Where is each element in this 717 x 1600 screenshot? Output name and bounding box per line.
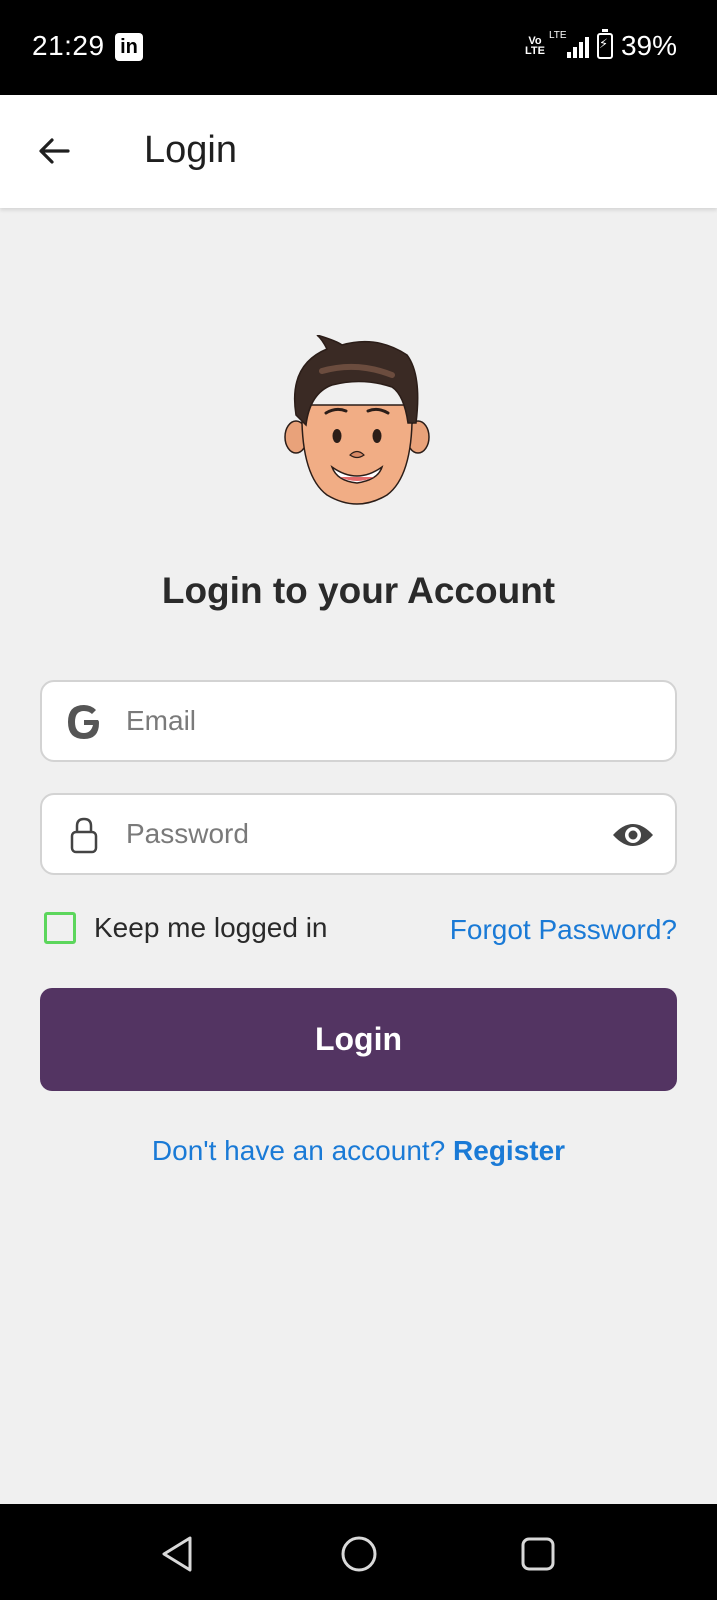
email-input[interactable] bbox=[126, 692, 586, 750]
keep-logged-in-checkbox[interactable] bbox=[44, 912, 76, 944]
password-input[interactable] bbox=[126, 805, 586, 863]
status-time: 21:29 bbox=[32, 30, 105, 61]
keep-logged-in-row[interactable]: Keep me logged in bbox=[44, 912, 328, 944]
system-nav-bar bbox=[0, 1504, 717, 1600]
battery-percent: 39% bbox=[620, 30, 677, 61]
register-link[interactable]: Register bbox=[453, 1135, 565, 1166]
status-bar: 21:29 in VoLTE LTE 39% bbox=[0, 0, 717, 95]
status-indicators: VoLTE LTE 39% bbox=[524, 29, 677, 62]
arrow-left-icon[interactable] bbox=[34, 131, 74, 171]
email-field[interactable] bbox=[40, 680, 677, 762]
eye-icon[interactable] bbox=[611, 817, 655, 853]
home-circle-icon[interactable] bbox=[339, 1534, 379, 1574]
back-triangle-icon[interactable] bbox=[158, 1534, 198, 1574]
forgot-password-link[interactable]: Forgot Password? bbox=[450, 914, 677, 946]
volte-icon: Vo LTE bbox=[524, 35, 545, 57]
signal-icon: LTE bbox=[549, 30, 589, 58]
linkedin-icon: in bbox=[115, 33, 143, 61]
register-line: Don't have an account? Register bbox=[0, 1135, 717, 1167]
lock-icon bbox=[70, 817, 98, 854]
battery-icon bbox=[596, 29, 613, 59]
keep-logged-in-label: Keep me logged in bbox=[94, 912, 328, 943]
page-title: Login bbox=[144, 129, 237, 171]
app-bar: Login bbox=[0, 95, 717, 208]
password-field[interactable] bbox=[40, 793, 677, 875]
google-icon bbox=[68, 705, 99, 739]
cartoon-boy-avatar bbox=[284, 335, 430, 505]
recents-square-icon[interactable] bbox=[518, 1534, 558, 1574]
register-prompt: Don't have an account? bbox=[151, 1135, 446, 1166]
login-button[interactable]: Login bbox=[40, 988, 677, 1091]
login-heading: Login to your Account bbox=[161, 570, 556, 611]
lte-label: LTE bbox=[548, 30, 567, 41]
